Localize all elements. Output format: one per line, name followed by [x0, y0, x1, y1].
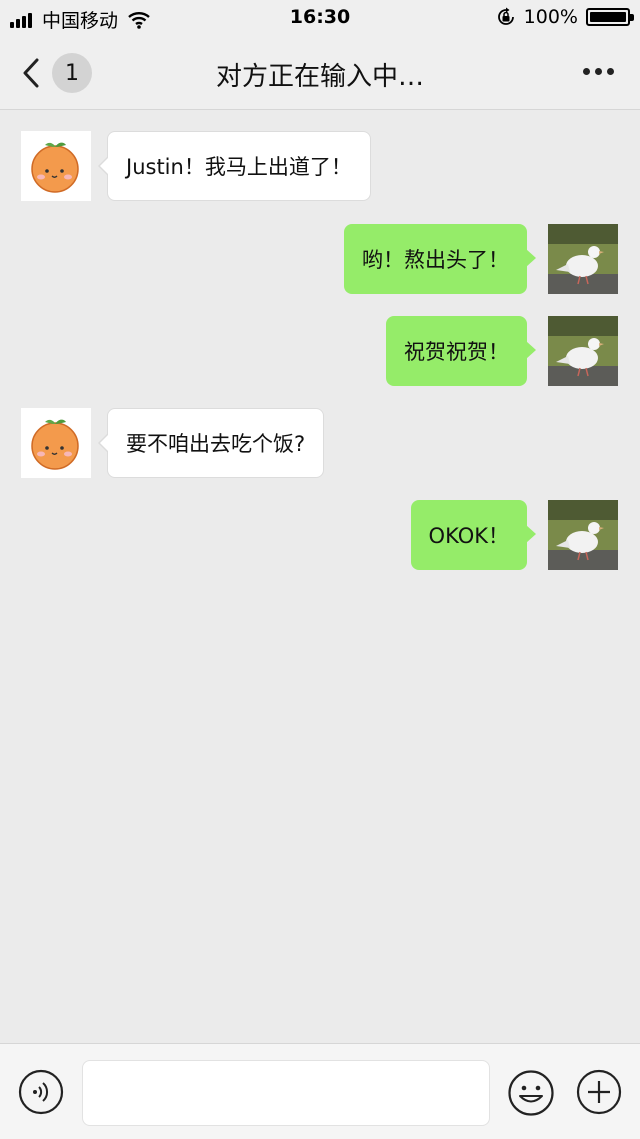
my-avatar[interactable] — [548, 500, 618, 570]
battery-icon — [586, 8, 634, 26]
more-dots-icon — [583, 68, 590, 75]
input-bar — [0, 1043, 640, 1139]
plus-icon[interactable] — [576, 1069, 622, 1115]
pigeon-avatar — [548, 500, 618, 570]
message-bubble-outgoing[interactable]: OKOK！ — [410, 500, 537, 570]
more-button[interactable] — [578, 68, 614, 75]
message-text: OKOK！ — [428, 524, 509, 548]
message-text: 要不咱出去吃个饭? — [126, 432, 306, 456]
message-bubble-incoming[interactable]: 要不咱出去吃个饭? — [97, 408, 325, 478]
pigeon-avatar — [548, 316, 618, 386]
voice-icon[interactable] — [18, 1069, 64, 1115]
orange-avatar — [21, 408, 91, 478]
message-text: 祝贺祝贺！ — [404, 340, 509, 364]
page-title: 对方正在输入中… — [215, 62, 424, 92]
emoji-icon[interactable] — [507, 1069, 555, 1117]
message-text: Justin！我马上出道了！ — [126, 155, 352, 179]
contact-avatar[interactable] — [21, 408, 91, 478]
orange-avatar — [21, 131, 91, 201]
my-avatar[interactable] — [548, 316, 618, 386]
nav-bar: 1 对方正在输入中… — [0, 36, 640, 110]
contact-avatar[interactable] — [21, 131, 91, 201]
message-input[interactable] — [82, 1060, 490, 1126]
message-text: 哟！熬出头了！ — [362, 248, 509, 272]
pigeon-avatar — [548, 224, 618, 294]
message-bubble-incoming[interactable]: Justin！我马上出道了！ — [98, 131, 371, 201]
message-bubble-outgoing[interactable]: 祝贺祝贺！ — [386, 316, 536, 386]
rotation-lock-icon — [497, 7, 514, 25]
battery-percent: 100% — [523, 6, 578, 28]
my-avatar[interactable] — [548, 224, 618, 294]
status-right: 100% — [496, 6, 634, 28]
message-bubble-outgoing[interactable]: 哟！熬出头了！ — [344, 224, 536, 294]
status-bar: 中国移动 16:30 100% — [0, 0, 640, 36]
